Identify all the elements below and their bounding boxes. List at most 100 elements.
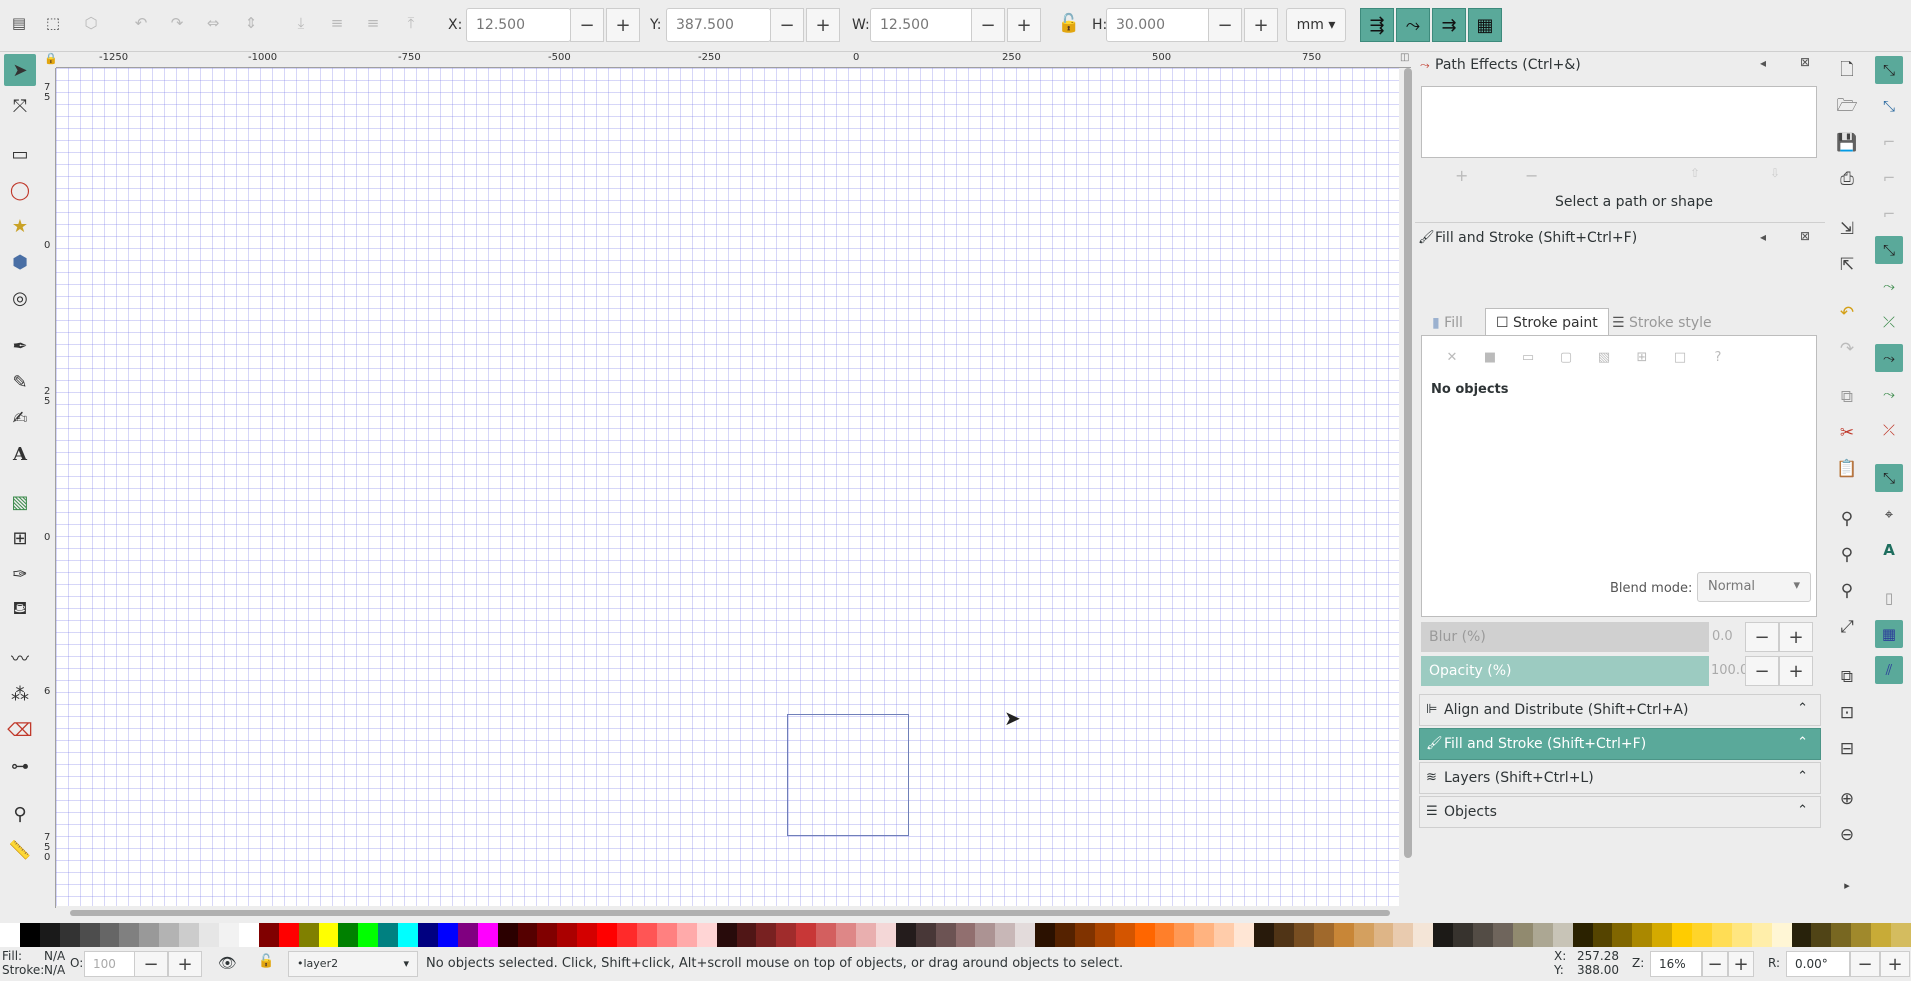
more-icon[interactable]: ▸ (1834, 872, 1860, 898)
palette-swatch[interactable] (1692, 923, 1712, 947)
flip-horizontal-icon[interactable]: ⇔ (202, 12, 224, 34)
scale-stroke-icon[interactable]: ⇶ (1360, 8, 1394, 42)
width-input[interactable]: 12.500 (870, 8, 975, 42)
export-icon[interactable]: ⇱ (1834, 252, 1860, 278)
lock-ratio-icon[interactable]: 🔓 (1058, 12, 1080, 34)
palette-swatch[interactable] (756, 923, 777, 947)
palette-swatch[interactable] (1194, 923, 1215, 947)
dropper-tool-icon[interactable]: ✑ (4, 558, 36, 590)
h-decrement-button[interactable]: − (1208, 8, 1242, 42)
snap-bbox-midpoint-icon[interactable]: ⌐ (1875, 200, 1903, 228)
zoom-value[interactable]: 16% (1650, 951, 1702, 977)
ellipse-tool-icon[interactable]: ◯ (4, 174, 36, 206)
calligraphy-tool-icon[interactable]: ✍ (4, 402, 36, 434)
snap-nodes-icon[interactable]: ⤡ (1875, 236, 1903, 264)
open-file-icon[interactable]: 🗁 (1834, 94, 1860, 120)
pattern-icon[interactable]: ⊞ (1631, 346, 1653, 368)
opacity-increment-button[interactable]: + (1779, 656, 1813, 686)
stroke-value[interactable]: N/A (44, 963, 65, 977)
drawing-canvas[interactable]: ➤ (56, 68, 1399, 906)
fill-value[interactable]: N/A (44, 949, 65, 963)
copy-icon[interactable]: ⧉ (1834, 384, 1860, 410)
opacity-slider[interactable]: Opacity (%) (1421, 656, 1709, 686)
save-icon[interactable]: 💾 (1834, 130, 1860, 156)
palette-swatch[interactable] (736, 923, 757, 947)
palette-swatch[interactable] (1413, 923, 1434, 947)
snap-cusp-icon[interactable]: ⤳ (1875, 344, 1903, 372)
palette-swatch[interactable] (338, 923, 359, 947)
ungroup-icon[interactable]: ⊟ (1834, 736, 1860, 762)
accordion-objects[interactable]: ☰ Objects ⌃ (1419, 796, 1821, 828)
redo-icon[interactable]: ↷ (1834, 336, 1860, 362)
palette-swatch[interactable] (1035, 923, 1056, 947)
w-increment-button[interactable]: + (1007, 8, 1041, 42)
palette-swatch[interactable] (1831, 923, 1852, 947)
palette-swatch[interactable] (1313, 923, 1334, 947)
palette-swatch[interactable] (816, 923, 837, 947)
zoom-drawing-icon[interactable]: ⚲ (1834, 542, 1860, 568)
palette-swatch[interactable] (218, 923, 239, 947)
add-effect-icon[interactable]: + (1455, 166, 1468, 185)
palette-swatch[interactable] (119, 923, 140, 947)
palette-swatch[interactable] (557, 923, 578, 947)
palette-swatch[interactable] (1433, 923, 1454, 947)
palette-swatch[interactable] (1572, 923, 1593, 947)
duplicate-icon[interactable]: ⧉ (1834, 664, 1860, 690)
unset-paint-icon[interactable]: ? (1707, 346, 1729, 368)
palette-swatch[interactable] (1174, 923, 1195, 947)
palette-swatch[interactable] (1652, 923, 1673, 947)
palette-swatch[interactable] (1891, 923, 1911, 947)
snap-bbox-icon[interactable]: ⤡ (1875, 92, 1903, 120)
star-tool-icon[interactable]: ★ (4, 210, 36, 242)
palette-swatch[interactable] (836, 923, 856, 947)
mesh-tool-icon[interactable]: ⊞ (4, 522, 36, 554)
palette-swatch[interactable] (159, 923, 180, 947)
undo-icon[interactable]: ↶ (1834, 300, 1860, 326)
palette-swatch[interactable] (1811, 923, 1832, 947)
snap-text-baseline-icon[interactable]: A (1875, 536, 1903, 564)
zoom-selection-icon[interactable]: ⚲ (1834, 506, 1860, 532)
move-up-icon[interactable]: ⇧ (1690, 166, 1700, 180)
palette-swatch[interactable] (617, 923, 637, 947)
x-input[interactable]: 12.500 (466, 8, 571, 42)
mesh-gradient-icon[interactable]: ▧ (1593, 346, 1615, 368)
palette-swatch[interactable] (1672, 923, 1693, 947)
snap-bbox-edge-icon[interactable]: ⌐ (1875, 128, 1903, 156)
palette-swatch[interactable] (1453, 923, 1474, 947)
spiral-tool-icon[interactable]: ◎ (4, 282, 36, 314)
flat-color-icon[interactable]: ■ (1479, 346, 1501, 368)
palette-swatch[interactable] (418, 923, 438, 947)
palette-swatch[interactable] (1214, 923, 1235, 947)
palette-swatch[interactable] (1234, 923, 1255, 947)
palette-swatch[interactable] (935, 923, 956, 947)
opacity-value[interactable]: 100.0 (1709, 656, 1748, 686)
h-increment-button[interactable]: + (1244, 8, 1278, 42)
rotate-cw-icon[interactable]: ↷ (166, 12, 188, 34)
spray-tool-icon[interactable]: ⁂ (4, 678, 36, 710)
raise-to-top-icon[interactable]: ⤒ (400, 12, 422, 34)
palette-swatch[interactable] (1632, 923, 1653, 947)
palette-swatch[interactable] (1612, 923, 1633, 947)
palette-swatch[interactable] (39, 923, 60, 947)
opacity-spin-decrement[interactable]: − (134, 951, 168, 977)
palette-swatch[interactable] (278, 923, 299, 947)
color-palette[interactable] (0, 923, 1911, 947)
palette-swatch[interactable] (537, 923, 558, 947)
height-input[interactable]: 30.000 (1106, 8, 1211, 42)
node-tool-icon[interactable]: ⤧ (4, 90, 36, 122)
palette-swatch[interactable] (1274, 923, 1294, 947)
panel-minimize-icon[interactable]: ◂ (1760, 56, 1766, 70)
palette-swatch[interactable] (318, 923, 339, 947)
select-all-layers-icon[interactable]: ⬚ (42, 12, 64, 34)
swatch-icon[interactable]: □ (1669, 346, 1691, 368)
palette-swatch[interactable] (1751, 923, 1772, 947)
remove-effect-icon[interactable]: − (1525, 166, 1538, 185)
palette-swatch[interactable] (915, 923, 936, 947)
horizontal-scrollbar[interactable] (70, 910, 1390, 916)
palette-swatch[interactable] (1373, 923, 1394, 947)
panel-minimize-icon[interactable]: ◂ (1760, 230, 1766, 244)
palette-swatch[interactable] (59, 923, 80, 947)
snap-smooth-icon[interactable]: ⤳ (1875, 380, 1903, 408)
snap-bbox-corner-icon[interactable]: ⌐ (1875, 164, 1903, 192)
palette-swatch[interactable] (1254, 923, 1274, 947)
